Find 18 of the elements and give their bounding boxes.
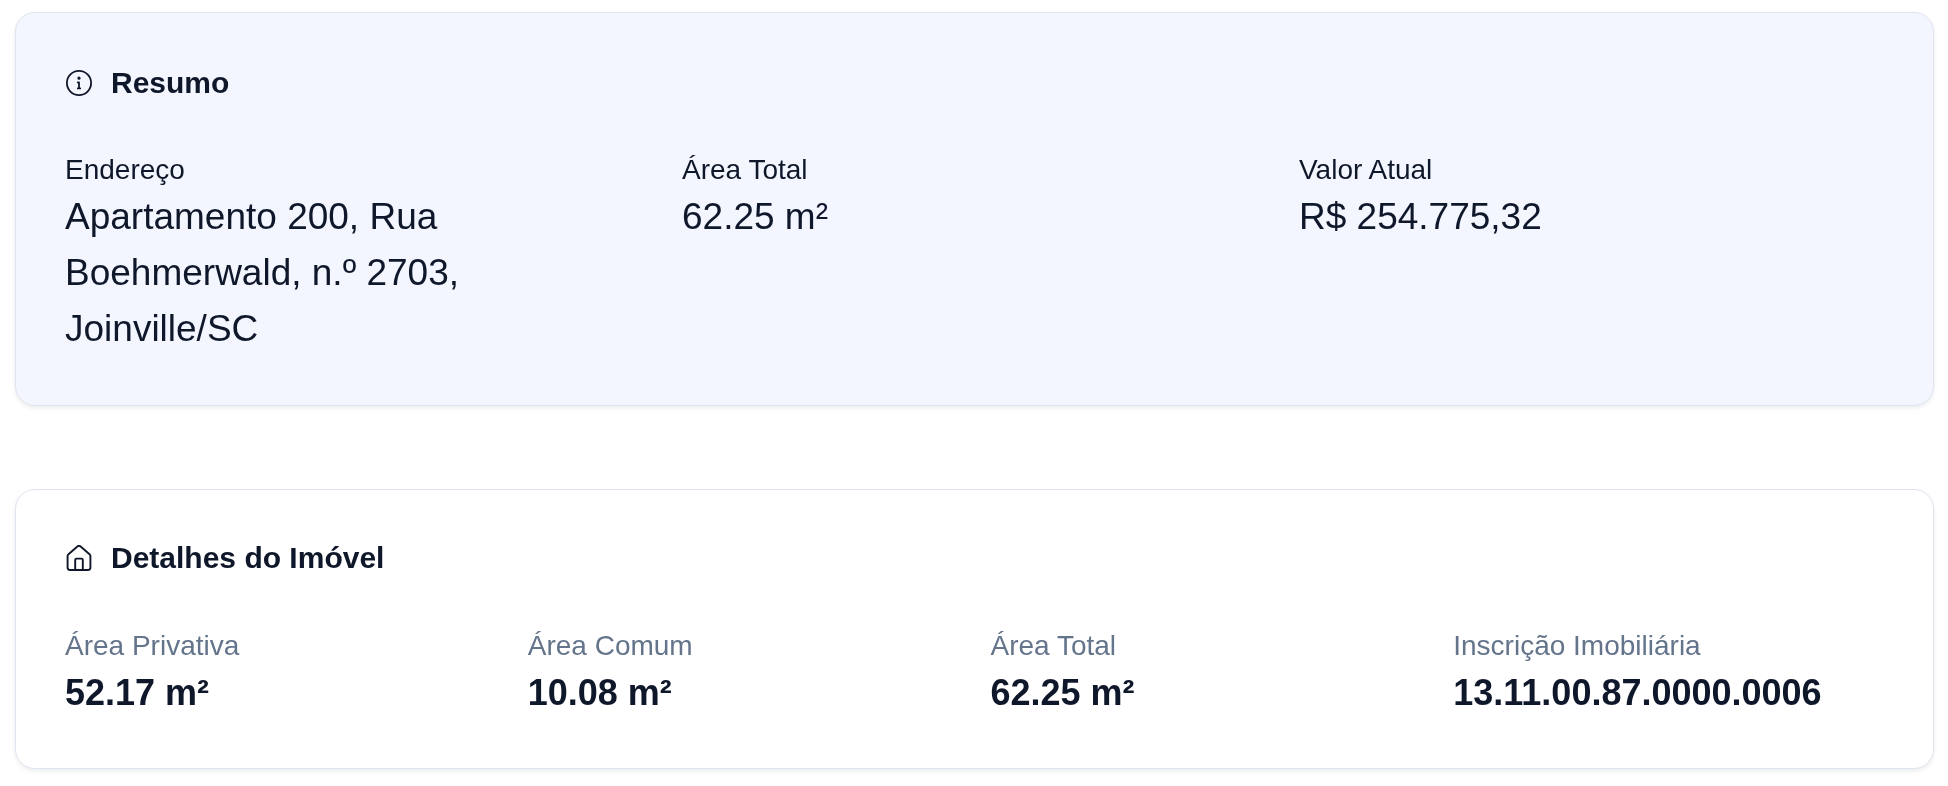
field-value: 62.25 m² xyxy=(682,195,828,239)
field-value: R$ 254.775,32 xyxy=(1299,195,1542,239)
field-label: Área Privativa xyxy=(65,629,240,663)
card-title: Detalhes do Imóvel xyxy=(111,540,385,576)
card-title: Resumo xyxy=(111,65,230,101)
field-label: Inscrição Imobiliária xyxy=(1453,629,1701,663)
field-value: 13.11.00.87.0000.0006 xyxy=(1453,671,1822,715)
field-label: Área Total xyxy=(682,153,808,187)
house-icon xyxy=(66,545,92,571)
field-value: Apartamento 200, Rua Boehmerwald, n.º 2703, Joinville/SC xyxy=(65,195,461,351)
field-value: 52.17 m² xyxy=(65,671,210,715)
field-value: 62.25 m² xyxy=(990,671,1135,715)
field-label: Endereço xyxy=(65,153,185,187)
field-label: Área Total xyxy=(990,629,1117,663)
field-label: Área Comum xyxy=(527,629,693,663)
field-label: Valor Atual xyxy=(1299,153,1433,187)
info-icon xyxy=(66,70,92,96)
field-value: 10.08 m² xyxy=(527,671,672,715)
